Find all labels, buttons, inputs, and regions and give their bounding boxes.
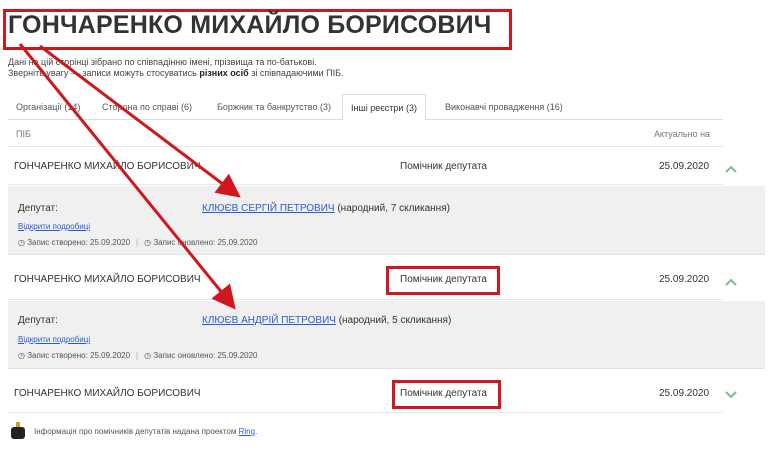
- clock-icon: ◷: [144, 238, 152, 247]
- deputy-suffix: (народний, 5 скликання): [335, 315, 452, 326]
- disclaimer-note: Дані на цій сторінці зібрано по співпаді…: [8, 57, 344, 79]
- record-meta: ◷ Запис створено: 25.09.2020 | ◷ Запис оно…: [18, 351, 258, 360]
- deputy-info: КЛЮЄВ АНДРІЙ ПЕТРОВИЧ (народний, 5 склик…: [202, 315, 451, 326]
- row-role: Помічник депутата: [400, 161, 487, 172]
- column-name: ПІБ: [16, 129, 31, 139]
- role-annotation-box: [392, 380, 501, 409]
- page-title: ГОНЧАРЕНКО МИХАЙЛО БОРИСОВИЧ: [8, 11, 492, 39]
- disclaimer-line-1: Дані на цій сторінці зібрано по співпаді…: [8, 57, 317, 67]
- row-detail: Депутат: КЛЮЄВ СЕРГІЙ ПЕТРОВИЧ (народний…: [8, 186, 765, 255]
- deputy-link[interactable]: КЛЮЄВ АНДРІЙ ПЕТРОВИЧ: [202, 315, 336, 326]
- updated-date: Запис оновлено: 25.09.2020: [153, 238, 258, 247]
- row-date: 25.09.2020: [659, 388, 710, 399]
- chevron-up-icon[interactable]: [724, 162, 738, 176]
- ring-logo-icon: [11, 422, 25, 439]
- disclaimer-line-2: Зверніть увагу — записи можуть стосувати…: [8, 68, 344, 79]
- table-header: ПІБ Актуально на: [8, 121, 723, 147]
- table-row[interactable]: ГОНЧАРЕНКО МИХАЙЛО БОРИСОВИЧ Помічник де…: [8, 147, 737, 185]
- meta-separator: |: [136, 351, 139, 360]
- row-name: ГОНЧАРЕНКО МИХАЙЛО БОРИСОВИЧ: [14, 274, 201, 285]
- deputy-info: КЛЮЄВ СЕРГІЙ ПЕТРОВИЧ (народний, 7 склик…: [202, 203, 450, 214]
- tab-debtor-bankruptcy[interactable]: Боржник та банкрутство (3): [217, 94, 331, 120]
- record-meta: ◷ Запис створено: 25.09.2020 | ◷ Запис оно…: [18, 238, 258, 247]
- deputy-label: Депутат:: [18, 315, 58, 326]
- tab-organizations[interactable]: Організації (14): [16, 94, 80, 120]
- open-details-link[interactable]: Відкрити подробиці: [18, 222, 90, 231]
- table-row[interactable]: ГОНЧАРЕНКО МИХАЙЛО БОРИСОВИЧ Помічник де…: [8, 262, 737, 300]
- meta-separator: |: [136, 238, 139, 247]
- registry-tabs: Організації (14) Сторона по справі (6) Б…: [8, 94, 723, 121]
- disclaimer-text: Зверніть увагу — записи можуть стосувати…: [8, 68, 200, 78]
- footer-text-pre: Інформація про помічників депутатів нада…: [34, 427, 239, 436]
- role-annotation-box: [386, 266, 500, 295]
- deputy-link[interactable]: КЛЮЄВ СЕРГІЙ ПЕТРОВИЧ: [202, 203, 335, 214]
- table-row[interactable]: ГОНЧАРЕНКО МИХАЙЛО БОРИСОВИЧ Помічник де…: [8, 375, 737, 413]
- row-date: 25.09.2020: [659, 274, 710, 285]
- deputy-suffix: (народний, 7 скликання): [334, 203, 450, 214]
- row-name: ГОНЧАРЕНКО МИХАЙЛО БОРИСОВИЧ: [14, 161, 201, 172]
- ring-link[interactable]: Ring: [239, 427, 255, 436]
- row-detail: Депутат: КЛЮЄВ АНДРІЙ ПЕТРОВИЧ (народний…: [8, 301, 765, 369]
- column-date: Актуально на: [654, 129, 711, 139]
- created-date: Запис створено: 25.09.2020: [27, 351, 131, 360]
- disclaimer-text-end: зі співпадаючими ПІБ.: [248, 68, 344, 78]
- clock-icon: ◷: [144, 351, 152, 360]
- row-date: 25.09.2020: [659, 161, 710, 172]
- footer-text-post: .: [255, 427, 258, 436]
- created-date: Запис створено: 25.09.2020: [27, 238, 131, 247]
- tab-case-party[interactable]: Сторона по справі (6): [102, 94, 192, 120]
- open-details-link[interactable]: Відкрити подробиці: [18, 335, 90, 344]
- chevron-down-icon[interactable]: [724, 387, 738, 401]
- tab-other-registries[interactable]: Інші реєстри (3): [342, 94, 426, 121]
- clock-icon: ◷: [18, 351, 25, 360]
- footer-text: Інформація про помічників депутатів нада…: [34, 427, 257, 436]
- disclaimer-bold: різних осіб: [199, 68, 249, 78]
- tab-enforcement[interactable]: Виконавчі провадження (16): [445, 94, 563, 120]
- chevron-up-icon[interactable]: [724, 275, 738, 289]
- deputy-label: Депутат:: [18, 203, 58, 214]
- updated-date: Запис оновлено: 25.09.2020: [153, 351, 258, 360]
- row-name: ГОНЧАРЕНКО МИХАЙЛО БОРИСОВИЧ: [14, 388, 201, 399]
- clock-icon: ◷: [18, 238, 25, 247]
